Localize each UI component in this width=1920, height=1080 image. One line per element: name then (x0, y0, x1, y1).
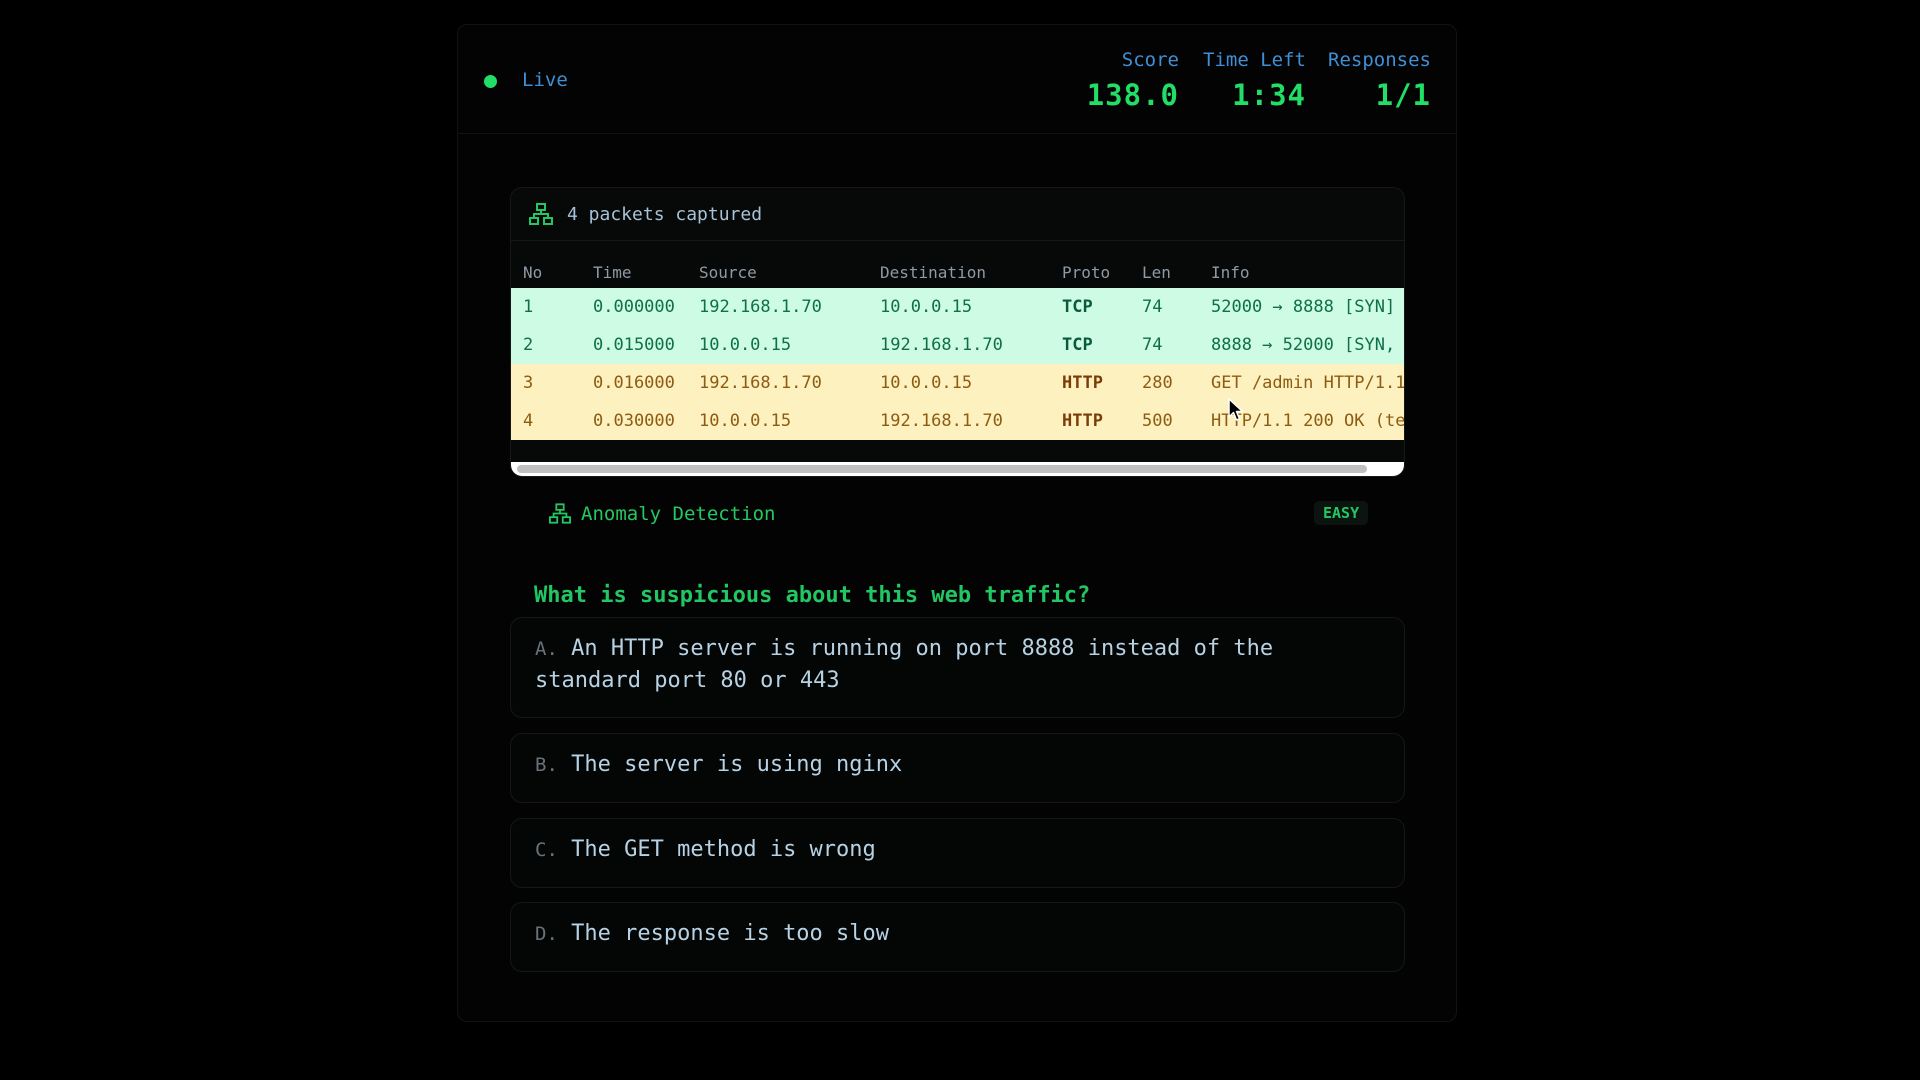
option-label: The GET method is wrong (571, 837, 876, 862)
live-indicator-dot (484, 75, 497, 88)
answer-option-b[interactable]: B. The server is using nginx (510, 733, 1405, 803)
responses-label: Responses (1328, 49, 1431, 71)
column-header-source[interactable]: Source (699, 263, 757, 282)
cell-no: 1 (523, 297, 534, 317)
answer-option-a[interactable]: A. An HTTP server is running on port 888… (510, 617, 1405, 718)
option-label: The server is using nginx (571, 752, 903, 777)
time-left-value: 1:34 (1232, 78, 1306, 112)
option-label: An HTTP server is running on port 8888 i… (535, 636, 1274, 693)
cell-len: 500 (1142, 411, 1173, 431)
packet-capture-table: 4 packets captured No Time Source Destin… (510, 187, 1405, 477)
table-row[interactable]: 1 0.000000 192.168.1.70 10.0.0.15 TCP 74… (511, 288, 1404, 326)
score-label: Score (1121, 49, 1179, 71)
cell-time: 0.016000 (593, 373, 675, 393)
network-icon (529, 203, 553, 229)
cell-time: 0.000000 (593, 297, 675, 317)
column-header-proto[interactable]: Proto (1062, 263, 1110, 282)
column-header-len[interactable]: Len (1142, 263, 1171, 282)
table-row[interactable]: 2 0.015000 10.0.0.15 192.168.1.70 TCP 74… (511, 326, 1404, 364)
cell-destination: 192.168.1.70 (880, 411, 1003, 431)
network-icon (549, 503, 571, 528)
question-category: Anomaly Detection (581, 503, 776, 525)
answer-option-c[interactable]: C. The GET method is wrong (510, 818, 1405, 888)
status-header: Live Score 138.0 Time Left 1:34 Response… (458, 25, 1456, 134)
responses-value: 1/1 (1375, 78, 1431, 112)
cell-no: 2 (523, 335, 534, 355)
cell-proto: TCP (1062, 297, 1093, 317)
cell-info: GET /admin HTTP/1.1 (1211, 373, 1405, 393)
column-header-destination[interactable]: Destination (880, 263, 986, 282)
score-value: 138.0 (1086, 78, 1179, 112)
table-row[interactable]: 4 0.030000 10.0.0.15 192.168.1.70 HTTP 5… (511, 402, 1404, 440)
quiz-panel: Live Score 138.0 Time Left 1:34 Response… (457, 24, 1457, 1022)
option-text: B. The server is using nginx (535, 749, 1315, 781)
cell-info: 52000 → 8888 [SYN] (1211, 297, 1396, 317)
cell-no: 3 (523, 373, 534, 393)
mouse-cursor-icon (1228, 398, 1244, 426)
difficulty-badge: EASY (1314, 501, 1369, 525)
option-label: The response is too slow (571, 921, 890, 946)
cell-destination: 10.0.0.15 (880, 297, 973, 317)
cell-len: 74 (1142, 297, 1163, 317)
cell-destination: 192.168.1.70 (880, 335, 1003, 355)
cell-source: 10.0.0.15 (699, 335, 792, 355)
cell-info: 8888 → 52000 [SYN, (1211, 335, 1396, 355)
table-row[interactable]: 3 0.016000 192.168.1.70 10.0.0.15 HTTP 2… (511, 364, 1404, 402)
option-letter: A. (535, 638, 558, 660)
cell-source: 10.0.0.15 (699, 411, 792, 431)
cell-proto: TCP (1062, 335, 1093, 355)
cell-len: 280 (1142, 373, 1173, 393)
cell-len: 74 (1142, 335, 1163, 355)
option-text: C. The GET method is wrong (535, 834, 1315, 866)
option-letter: B. (535, 754, 558, 776)
packet-table-header: 4 packets captured (511, 188, 1404, 241)
time-left-label: Time Left (1203, 49, 1306, 71)
cell-source: 192.168.1.70 (699, 297, 822, 317)
cell-destination: 10.0.0.15 (880, 373, 973, 393)
cell-proto: HTTP (1062, 373, 1103, 393)
answer-option-d[interactable]: D. The response is too slow (510, 902, 1405, 972)
packet-count: 4 packets captured (567, 204, 763, 225)
column-header-time[interactable]: Time (593, 263, 632, 282)
cell-proto: HTTP (1062, 411, 1103, 431)
cell-no: 4 (523, 411, 534, 431)
option-letter: C. (535, 839, 558, 861)
cell-time: 0.030000 (593, 411, 675, 431)
live-label: Live (522, 69, 568, 91)
scrollbar-thumb[interactable] (517, 465, 1367, 473)
cell-time: 0.015000 (593, 335, 675, 355)
option-text: A. An HTTP server is running on port 888… (535, 633, 1315, 697)
cell-source: 192.168.1.70 (699, 373, 822, 393)
question-text: What is suspicious about this web traffi… (534, 583, 1091, 608)
option-text: D. The response is too slow (535, 918, 1315, 950)
column-header-no[interactable]: No (523, 263, 542, 282)
horizontal-scrollbar[interactable] (511, 462, 1404, 476)
column-header-info[interactable]: Info (1211, 263, 1250, 282)
option-letter: D. (535, 923, 558, 945)
